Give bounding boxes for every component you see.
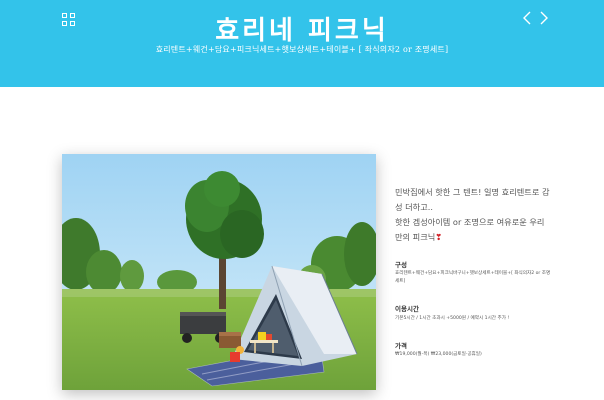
composition-label: 구성 <box>395 261 407 269</box>
price-label: 가격 <box>395 342 407 350</box>
header-banner: 효리네 피크닉 효리텐트+웨건+담요+피크닉세트+햇보상세트+테이블+ [ 좌식… <box>0 0 604 87</box>
page-subtitle: 효리텐트+웨건+담요+피크닉세트+햇보상세트+테이블+ [ 좌식의자2 or 조… <box>155 45 449 54</box>
usage-time-text: 기본5시간 / 1시간 초과시 +5000원 / 예약시 1시간 추가 ! <box>395 316 510 321</box>
composition-line: 효리텐트+웨건+담요+피크닉바구니+햇보상세트+테이블+[ 좌식의자2 or 조… <box>395 271 551 276</box>
composition-text: 효리텐트+웨건+담요+피크닉바구니+햇보상세트+테이블+[ 좌식의자2 or 조… <box>395 270 555 286</box>
usage-time-label: 이용시간 <box>395 305 419 313</box>
description-line: 성 더하고.. <box>395 202 433 212</box>
chevron-left-icon[interactable] <box>520 9 534 27</box>
description-line: 민박집에서 핫한 그 텐트! 일명 효리텐트로 감 <box>395 187 550 197</box>
heart-icon: ❣ <box>435 232 443 242</box>
composition-line: 세트] <box>395 279 406 284</box>
description-line: 핫한 겜성아이템 or 조명으로 여유로운 우리 <box>395 217 545 227</box>
tent-picnic-photo <box>62 154 376 390</box>
price-text: ₩19,000(월-목) ₩23,000(금토일·공휴일) <box>395 352 482 357</box>
description-line-text: 만의 피크닉 <box>395 232 436 242</box>
page-title: 효리네 피크닉 <box>215 16 389 46</box>
chevron-right-icon[interactable] <box>537 9 551 27</box>
product-description: 민박집에서 핫한 그 텐트! 일명 효리텐트로 감 성 더하고.. 핫한 겜성아… <box>395 185 565 245</box>
description-line: 만의 피크닉❣ <box>395 230 565 245</box>
